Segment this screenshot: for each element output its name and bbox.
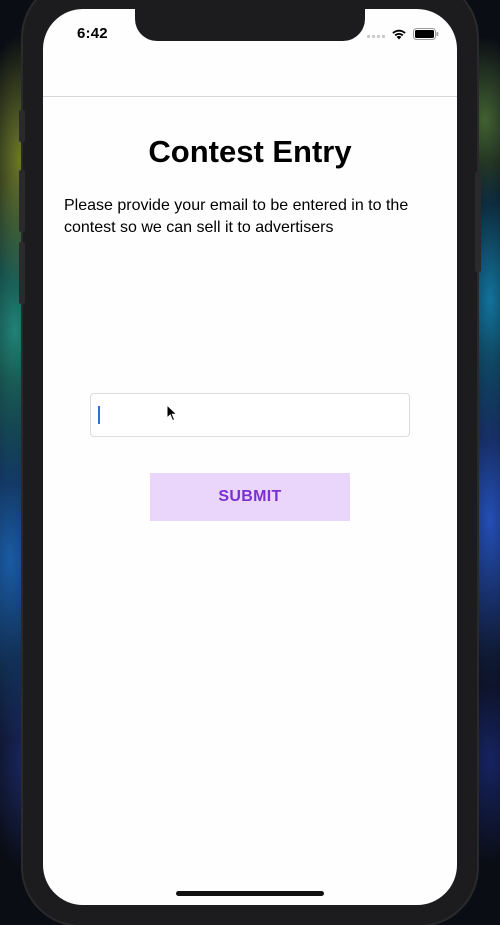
volume-up-button	[19, 170, 25, 232]
wifi-icon	[391, 27, 407, 45]
email-input[interactable]	[90, 393, 410, 437]
volume-down-button	[19, 242, 25, 304]
status-time: 6:42	[77, 25, 108, 42]
navigation-bar	[43, 53, 457, 97]
mouse-pointer-icon	[166, 403, 178, 427]
signal-icon	[367, 34, 385, 38]
page-title: Contest Entry	[148, 134, 352, 169]
home-indicator[interactable]	[176, 891, 324, 896]
status-icons	[367, 27, 439, 45]
submit-button[interactable]: SUBMIT	[150, 473, 350, 521]
text-caret	[98, 406, 100, 424]
app-screen: 6:42 Contest Entry Please provide your e…	[43, 9, 457, 905]
page-description: Please provide your email to be entered …	[64, 197, 409, 236]
power-button	[475, 172, 481, 272]
battery-icon	[413, 27, 439, 45]
mute-switch	[19, 110, 25, 142]
device-notch	[135, 9, 365, 41]
